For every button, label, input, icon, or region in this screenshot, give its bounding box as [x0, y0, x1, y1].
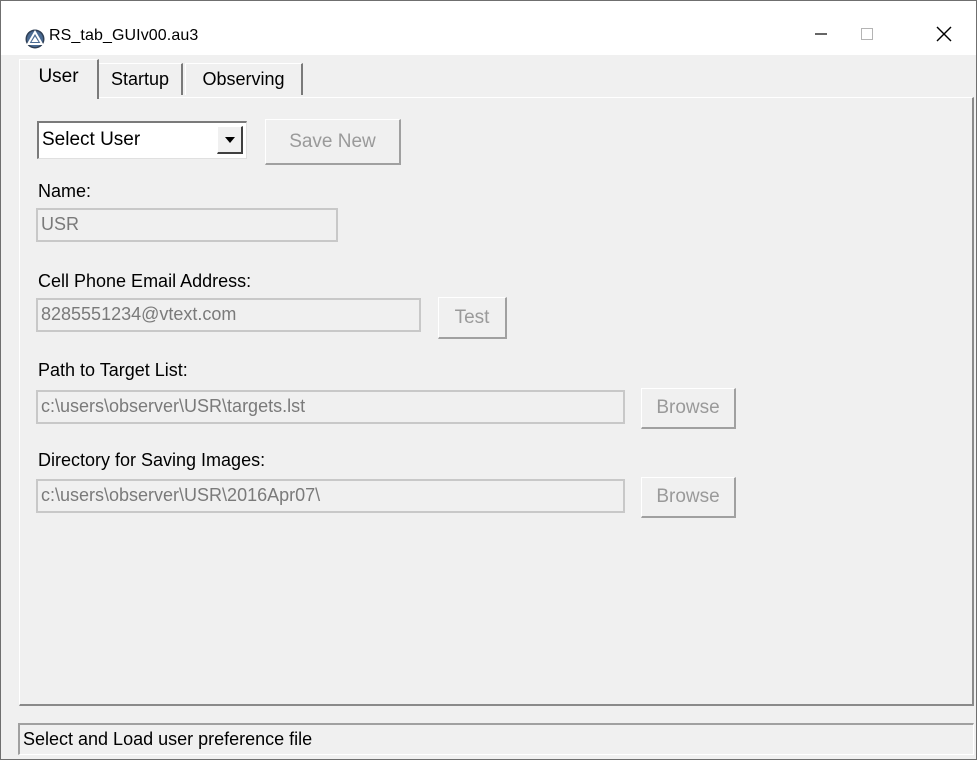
test-button[interactable]: Test: [438, 297, 507, 339]
cell-email-label: Cell Phone Email Address:: [38, 271, 252, 291]
minimize-icon: [815, 33, 827, 35]
tab-observing-label: Observing: [202, 69, 285, 89]
select-user-combo[interactable]: Select User: [37, 121, 247, 159]
close-icon: [936, 26, 952, 42]
browse-image-dir-button[interactable]: Browse: [641, 477, 736, 518]
title-bar[interactable]: RS_tab_GUIv00.au3: [1, 1, 976, 55]
autoit-app-icon: [25, 29, 45, 49]
tab-startup[interactable]: Startup: [99, 63, 183, 95]
name-field[interactable]: USR: [36, 208, 338, 242]
minimize-button[interactable]: [798, 13, 844, 55]
select-user-value: Select User: [42, 129, 141, 150]
tab-startup-label: Startup: [110, 69, 170, 89]
dropdown-button[interactable]: [217, 126, 243, 154]
target-list-path-field[interactable]: c:\users\observer\USR\targets.lst: [36, 390, 625, 424]
tab-user-label: User: [38, 65, 79, 87]
cell-email-field[interactable]: 8285551234@vtext.com: [36, 298, 421, 332]
image-dir-field[interactable]: c:\users\observer\USR\2016Apr07\: [36, 479, 625, 513]
close-button[interactable]: [921, 13, 967, 55]
target-list-label: Path to Target List:: [38, 360, 188, 380]
window-title: RS_tab_GUIv00.au3: [49, 27, 199, 44]
name-label: Name:: [38, 181, 92, 201]
maximize-icon: [861, 28, 873, 40]
browse-target-list-button[interactable]: Browse: [641, 388, 736, 429]
save-new-button[interactable]: Save New: [265, 119, 401, 165]
image-dir-label: Directory for Saving Images:: [38, 450, 266, 470]
status-bar: Select and Load user preference file: [18, 723, 974, 755]
tab-observing[interactable]: Observing: [185, 63, 303, 95]
tab-user[interactable]: User: [19, 59, 99, 99]
app-window: RS_tab_GUIv00.au3 User Startup Observing…: [0, 0, 977, 760]
dropdown-arrow-icon: [224, 136, 235, 143]
maximize-button[interactable]: [844, 13, 890, 55]
